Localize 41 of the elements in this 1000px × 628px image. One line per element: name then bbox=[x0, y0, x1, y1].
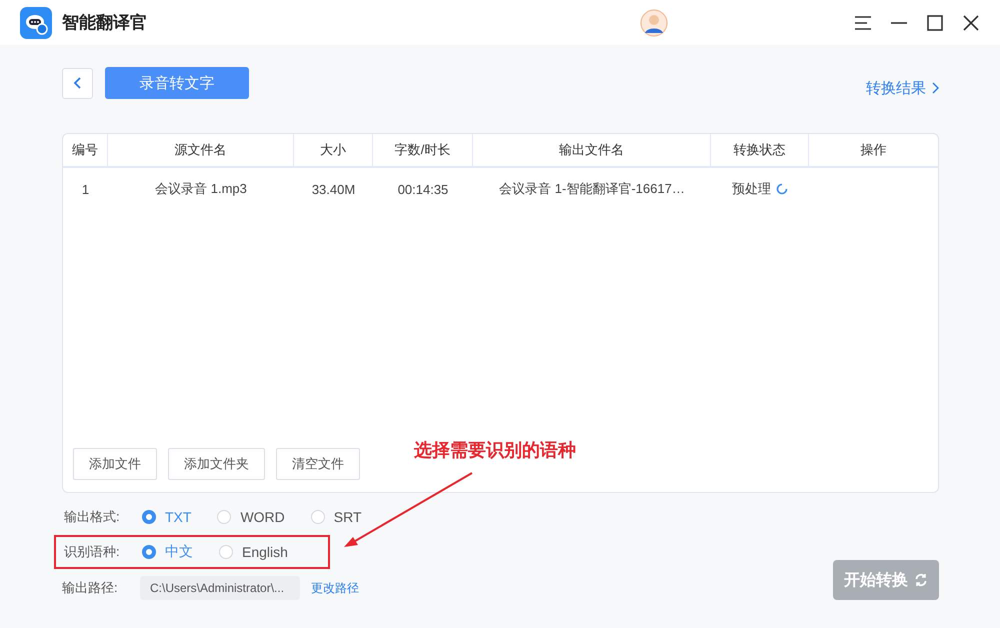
path-field[interactable]: C:\Users\Administrator\... bbox=[140, 576, 300, 600]
table-cell: 1 bbox=[82, 182, 90, 196]
table-cell: 00:14:35 bbox=[398, 182, 448, 196]
radio-option[interactable]: English bbox=[219, 544, 288, 560]
radio-label: English bbox=[242, 544, 288, 560]
option-label: 输出格式: bbox=[64, 508, 121, 526]
change-path-link[interactable]: 更改路径 bbox=[311, 580, 359, 596]
chevron-left-icon bbox=[72, 76, 82, 90]
avatar-icon[interactable] bbox=[640, 8, 668, 36]
loading-spinner-icon bbox=[776, 183, 788, 195]
option-label: 输出路径: bbox=[62, 579, 119, 597]
column-header: 大小 bbox=[294, 134, 373, 166]
status-text: 预处理 bbox=[732, 180, 771, 198]
window-title: 智能翻译官 bbox=[62, 12, 148, 34]
column-header: 操作 bbox=[860, 141, 888, 159]
column-header: 输出文件名 bbox=[473, 134, 711, 166]
app-logo-icon bbox=[20, 6, 52, 38]
table-cell: 会议录音 1-智能翻译官-16617… bbox=[499, 180, 685, 198]
column-header: 转换状态 bbox=[711, 134, 809, 166]
radio-label: TXT bbox=[165, 509, 192, 525]
file-action-button[interactable]: 清空文件 bbox=[276, 448, 360, 480]
option-label: 识别语种: bbox=[64, 543, 121, 561]
table-cell: 会议录音 1.mp3 bbox=[155, 180, 247, 198]
chevron-right-icon bbox=[932, 82, 939, 94]
radio-label: SRT bbox=[334, 509, 362, 525]
radio-label: 中文 bbox=[165, 543, 193, 561]
table-cell: 33.40M bbox=[312, 182, 356, 196]
file-action-button[interactable]: 添加文件夹 bbox=[168, 448, 265, 480]
back-button[interactable] bbox=[62, 68, 93, 98]
radio-option[interactable]: SRT bbox=[310, 509, 362, 525]
results-link[interactable]: 转换结果 bbox=[866, 78, 939, 98]
annotation-text: 选择需要识别的语种 bbox=[414, 439, 576, 462]
column-header: 源文件名 bbox=[108, 134, 294, 166]
file-action-button[interactable]: 添加文件 bbox=[73, 448, 157, 480]
radio-label: WORD bbox=[240, 509, 285, 525]
radio-option[interactable]: WORD bbox=[217, 509, 285, 525]
refresh-icon bbox=[914, 573, 928, 587]
column-header: 编号 bbox=[63, 134, 108, 166]
column-header: 字数/时长 bbox=[373, 134, 473, 166]
radio-button[interactable] bbox=[142, 510, 156, 524]
radio-button[interactable] bbox=[142, 545, 156, 559]
